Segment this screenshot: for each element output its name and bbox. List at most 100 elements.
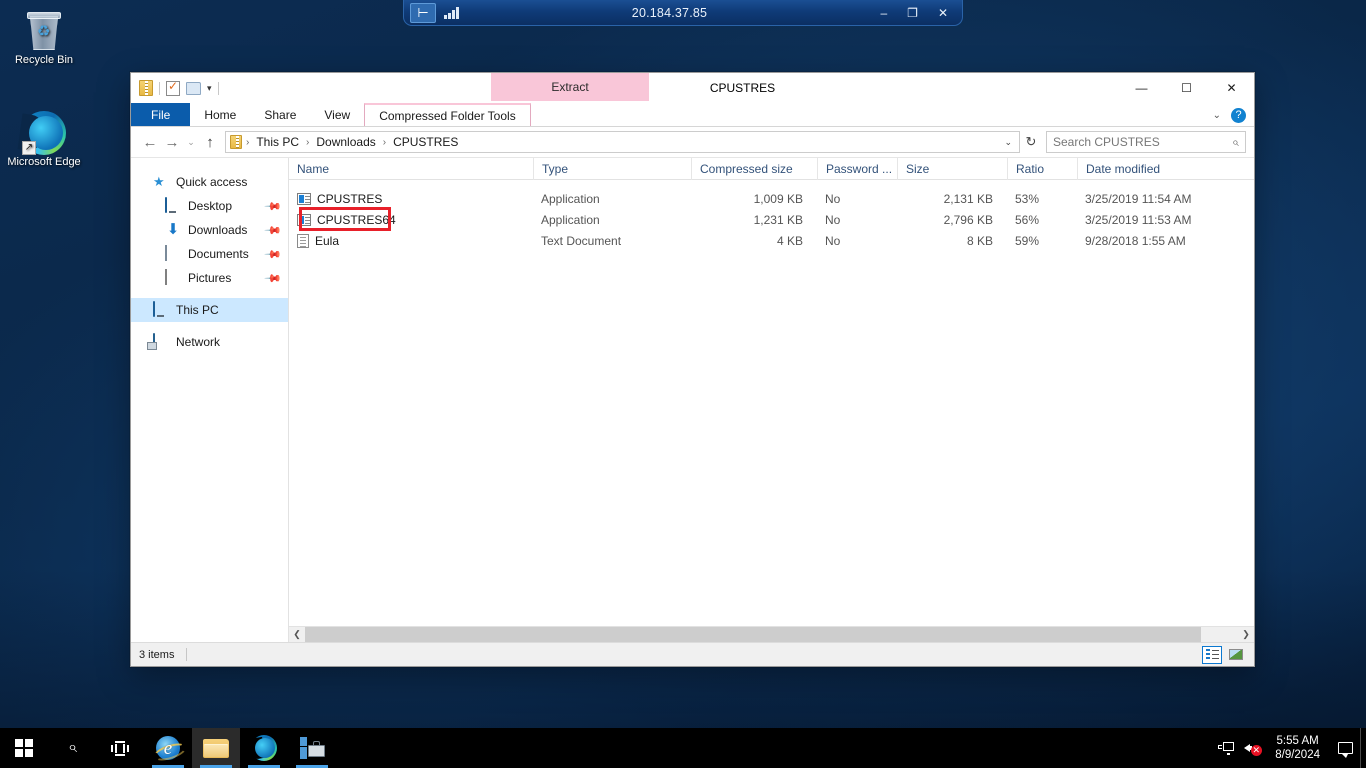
taskbar-server-manager[interactable] (288, 728, 336, 768)
sidebar-item-quick-access[interactable]: ★ Quick access (131, 170, 288, 194)
rdp-close-button[interactable]: ✕ (938, 6, 948, 20)
text-document-icon (297, 233, 309, 248)
breadcrumb-cpustres[interactable]: CPUSTRES (390, 135, 461, 149)
task-view-icon (111, 740, 129, 756)
tray-network-button[interactable] (1213, 741, 1239, 755)
sidebar-item-downloads[interactable]: ⬇ Downloads 📌 (131, 218, 288, 242)
pin-icon[interactable]: 📌 (264, 269, 283, 287)
large-icons-view-button[interactable] (1226, 646, 1246, 664)
window-title: CPUSTRES (131, 73, 1254, 103)
column-header-ratio[interactable]: Ratio (1007, 157, 1077, 180)
taskbar-clock[interactable]: 5:55 AM 8/9/2024 (1265, 728, 1330, 768)
desktop-icon-microsoft-edge[interactable]: ↗ Microsoft Edge (6, 110, 82, 169)
table-row[interactable]: CPUSTRES64 Application 1,231 KB No 2,796… (289, 209, 1254, 230)
show-desktop-button[interactable] (1360, 728, 1366, 768)
search-placeholder: Search CPUSTRES (1053, 135, 1160, 149)
tab-home[interactable]: Home (190, 103, 250, 126)
tab-file[interactable]: File (131, 103, 191, 126)
file-name-cell[interactable]: CPUSTRES64 (289, 213, 533, 227)
chevron-down-icon[interactable]: ⌄ (1004, 137, 1015, 148)
pin-icon[interactable]: 📌 (264, 245, 283, 263)
taskbar-internet-explorer[interactable] (144, 728, 192, 768)
table-row[interactable]: CPUSTRES Application 1,009 KB No 2,131 K… (289, 188, 1254, 209)
breadcrumb-downloads[interactable]: Downloads (313, 135, 378, 149)
sidebar-item-network[interactable]: Network (131, 330, 288, 354)
tab-view[interactable]: View (310, 103, 364, 126)
help-button[interactable]: ? (1231, 107, 1246, 123)
refresh-icon[interactable]: ↻ (1020, 134, 1042, 150)
column-header-date-modified[interactable]: Date modified (1077, 157, 1254, 180)
sidebar-item-label: Pictures (188, 271, 232, 285)
sidebar-item-label: Downloads (188, 223, 248, 237)
explorer-title-bar: ▾ Extract CPUSTRES — ☐ ✕ (131, 73, 1254, 103)
tray-volume-button[interactable]: ✕ (1239, 741, 1265, 756)
desktop-icon-label: Microsoft Edge (7, 156, 81, 168)
column-header-type[interactable]: Type (533, 157, 691, 180)
rdp-restore-button[interactable]: ❐ (907, 6, 918, 20)
search-input[interactable]: Search CPUSTRES ⌕ (1046, 131, 1246, 153)
window-title-label: CPUSTRES (709, 81, 776, 95)
close-button[interactable]: ✕ (1209, 73, 1254, 103)
tab-compressed-folder-tools[interactable]: Compressed Folder Tools (364, 103, 531, 126)
start-button[interactable] (0, 728, 48, 768)
search-icon: ⌕ (67, 739, 77, 756)
sidebar-item-documents[interactable]: Documents 📌 (131, 242, 288, 266)
taskbar-search-button[interactable]: ⌕ (48, 728, 96, 768)
file-date-modified-cell: 9/28/2018 1:55 AM (1085, 233, 1186, 248)
pin-icon[interactable]: ⊢ (410, 2, 436, 23)
desktop-icon-recycle-bin[interactable]: ♻ Recycle Bin (6, 8, 82, 67)
breadcrumb-this-pc[interactable]: This PC (253, 135, 302, 149)
details-view-button[interactable] (1202, 645, 1222, 664)
properties-icon[interactable] (166, 79, 180, 96)
file-size-cell: 2,131 KB (943, 191, 993, 206)
scrollbar-track[interactable] (305, 627, 1238, 642)
chevron-down-icon[interactable]: ⌄ (1213, 110, 1221, 121)
action-center-button[interactable] (1330, 742, 1360, 758)
sidebar-item-label: Documents (188, 247, 249, 261)
large-icons-view-icon (1229, 649, 1243, 660)
file-size-cell: 8 KB (966, 233, 993, 248)
back-button[interactable]: ← (139, 131, 161, 153)
new-folder-icon[interactable] (186, 81, 201, 95)
horizontal-scrollbar[interactable]: ❮ ❯ (289, 626, 1254, 642)
recent-locations-button[interactable]: ⌄ (183, 131, 199, 153)
taskbar-microsoft-edge[interactable] (240, 728, 288, 768)
table-row[interactable]: Eula Text Document 4 KB No 8 KB 59% 9/28… (289, 230, 1254, 251)
file-name-cell[interactable]: CPUSTRES (289, 192, 533, 206)
column-header-name[interactable]: ⌃ Name (289, 158, 533, 180)
scroll-left-button[interactable]: ❮ (289, 627, 305, 642)
sidebar-item-pictures[interactable]: Pictures 📌 (131, 266, 288, 290)
maximize-button[interactable]: ☐ (1164, 73, 1209, 103)
pin-icon[interactable]: 📌 (264, 197, 283, 215)
column-header-password[interactable]: Password ... (817, 157, 897, 180)
file-password-cell: No (825, 233, 841, 248)
file-date-modified-cell: 3/25/2019 11:54 AM (1085, 191, 1192, 206)
column-header-size[interactable]: Size (897, 157, 1007, 180)
sidebar-item-this-pc[interactable]: This PC (131, 298, 288, 322)
file-compressed-size-cell: 4 KB (776, 233, 803, 248)
pin-icon[interactable]: 📌 (264, 221, 283, 239)
chevron-down-icon[interactable]: ▾ (207, 83, 212, 94)
file-explorer-icon (203, 738, 229, 758)
status-divider (186, 648, 188, 661)
pictures-icon (165, 269, 181, 286)
forward-button[interactable]: → (161, 131, 183, 153)
tab-share[interactable]: Share (250, 103, 310, 126)
file-password-cell: No (825, 212, 841, 227)
view-toggle-group (1202, 645, 1246, 664)
up-button[interactable]: ↑ (199, 131, 221, 153)
taskbar-file-explorer[interactable] (192, 728, 240, 768)
sidebar-item-desktop[interactable]: Desktop 📌 (131, 194, 288, 218)
search-icon[interactable]: ⌕ (1232, 135, 1239, 150)
rdp-minimize-button[interactable]: – (880, 6, 887, 20)
file-name-cell[interactable]: Eula (289, 233, 533, 248)
scroll-right-button[interactable]: ❯ (1238, 627, 1254, 642)
task-view-button[interactable] (96, 728, 144, 768)
minimize-button[interactable]: — (1119, 73, 1164, 103)
file-type-cell: Application (541, 212, 600, 227)
column-header-compressed-size[interactable]: Compressed size (691, 157, 817, 180)
address-bar[interactable]: › This PC › Downloads › CPUSTRES ⌄ (225, 131, 1020, 153)
navigation-pane: ★ Quick access Desktop 📌 ⬇ Downloads 📌 D… (131, 158, 289, 642)
zip-folder-icon[interactable] (139, 80, 153, 96)
scrollbar-thumb[interactable] (305, 627, 1201, 642)
